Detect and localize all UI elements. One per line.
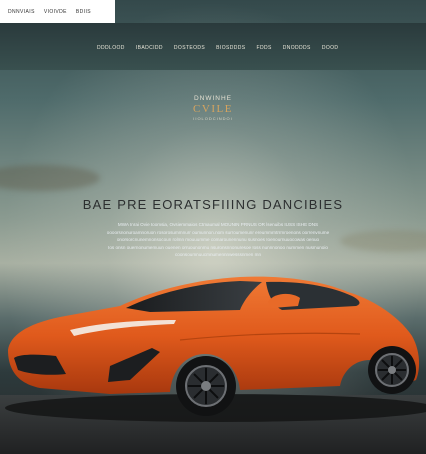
topbar-link-2[interactable]: VIOIVDE bbox=[44, 9, 67, 15]
nav-item-3[interactable]: DOSTEODS bbox=[174, 45, 205, 51]
brand-logo[interactable]: DNWINHE CVILE IIOLODCINDOI bbox=[0, 95, 426, 121]
top-bar: DNNVIAIS VIOIVDE BDIIS bbox=[0, 0, 115, 23]
hero-page: DNNVIAIS VIOIVDE BDIIS DDDLOOD IBADCIDD … bbox=[0, 0, 426, 454]
hero-paragraph: MWA Inrai Ovie Ioomsia, Ovsiemmaios Ctma… bbox=[70, 221, 366, 259]
nav-item-1[interactable]: DDDLOOD bbox=[97, 45, 125, 51]
nav-item-5[interactable]: FDDS bbox=[257, 45, 272, 51]
topbar-link-1[interactable]: DNNVIAIS bbox=[8, 9, 35, 15]
topbar-link-3[interactable]: BDIIS bbox=[76, 9, 91, 15]
brand-line-3: IIOLODCINDOI bbox=[193, 116, 233, 121]
main-nav: DDDLOOD IBADCIDD DOSTEODS BIOSDDDS FDDS … bbox=[97, 45, 338, 51]
paragraph-line-3: onorsorcnunemnonsocoun rolmn mouuumme co… bbox=[116, 237, 320, 243]
nav-item-2[interactable]: IBADCIDD bbox=[136, 45, 163, 51]
brand-line-1: DNWINHE bbox=[193, 95, 233, 102]
sports-car-image bbox=[5, 276, 426, 422]
paragraph-line-2: oooorsnonuroamnoruon rosorosummnurr oumu… bbox=[106, 229, 330, 235]
nav-item-4[interactable]: BIOSDDDS bbox=[216, 45, 245, 51]
paragraph-line-1: MWA Inrai Ovie Ioomsia, Ovsiemmaios Ctma… bbox=[117, 222, 319, 227]
hero-headline: BAE PRE EORATSFIIING DANCIBIES bbox=[82, 197, 344, 212]
paragraph-line-5: coonsoumnuucmnumennnwesssnmen mn bbox=[174, 252, 262, 258]
paragraph-line-4: Ios onsn ouernonumemuun ouenen orruounon… bbox=[108, 244, 328, 250]
brand-line-2: CVILE bbox=[193, 103, 233, 115]
nav-item-6[interactable]: DNODDDS bbox=[283, 45, 311, 51]
cloud-left bbox=[0, 165, 100, 191]
nav-item-7[interactable]: DOOD bbox=[322, 45, 339, 51]
